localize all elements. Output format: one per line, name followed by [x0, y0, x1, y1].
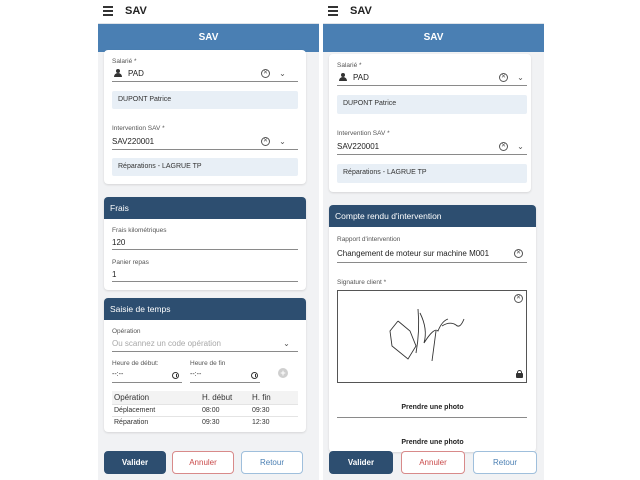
screen-right: SAV SAV Salarié * PAD ✕ ⌄ DUPONT Patrice…: [323, 0, 544, 480]
add-icon[interactable]: +: [278, 368, 288, 378]
operation-input[interactable]: Ou scannez un code opération: [112, 339, 221, 348]
table-cell: Réparation: [112, 415, 200, 428]
top-bar: SAV: [323, 0, 544, 24]
identity-card: Salarié * PAD ✕ ⌄ DUPONT Patrice Interve…: [329, 54, 531, 192]
photo-underline: [337, 417, 527, 418]
take-photo-button[interactable]: Prendre une photo: [329, 404, 536, 411]
km-input[interactable]: 120: [112, 238, 125, 247]
validate-button[interactable]: Valider: [104, 451, 166, 474]
fin-input[interactable]: --:--: [190, 371, 201, 378]
saisie-card: Saisie de temps Opération Ou scannez un …: [104, 298, 306, 432]
debut-label: Heure de début:: [112, 360, 159, 367]
operations-table: Opération H. début H. fin Déplacement 08…: [112, 391, 298, 428]
table-cell: 09:30: [250, 403, 298, 416]
saisie-header: Saisie de temps: [104, 298, 306, 320]
panier-input[interactable]: 1: [112, 270, 116, 279]
clear-icon[interactable]: ✕: [499, 142, 508, 151]
take-photo-button[interactable]: Prendre une photo: [329, 439, 536, 446]
rapport-underline: [337, 262, 527, 263]
intervention-label: Intervention SAV *: [337, 130, 390, 137]
person-icon: [114, 69, 122, 77]
debut-input[interactable]: --:--: [112, 371, 123, 378]
rapport-label: Rapport d'intervention: [337, 236, 401, 243]
chevron-down-icon[interactable]: ⌄: [278, 69, 287, 78]
clear-icon[interactable]: ✕: [499, 73, 508, 82]
salarie-field[interactable]: PAD: [353, 73, 369, 82]
intervention-label: Intervention SAV *: [112, 125, 165, 132]
app-title: SAV: [350, 5, 372, 17]
intervention-detail-box: Réparations - LAGRUE TP: [337, 164, 527, 183]
back-button[interactable]: Retour: [473, 451, 537, 474]
km-underline: [112, 249, 298, 250]
salarie-underline: [112, 81, 298, 82]
validate-button[interactable]: Valider: [329, 451, 393, 474]
person-icon: [339, 73, 347, 81]
table-header-row: Opération H. début H. fin: [112, 391, 298, 404]
section-header: SAV: [323, 24, 544, 52]
table-cell: 08:00: [200, 403, 250, 416]
operation-underline: [112, 351, 298, 352]
lock-icon: [516, 370, 523, 378]
intervention-underline: [337, 154, 527, 155]
back-button[interactable]: Retour: [241, 451, 303, 474]
table-row[interactable]: Réparation 09:30 12:30: [112, 415, 298, 428]
km-label: Frais kilométriques: [112, 227, 167, 234]
fin-label: Heure de fin: [190, 360, 226, 367]
identity-card: Salarié * PAD ✕ ⌄ DUPONT Patrice Interve…: [104, 50, 306, 184]
salarie-underline: [337, 85, 527, 86]
top-bar: SAV: [98, 0, 319, 24]
screen-left: SAV SAV Salarié * PAD ✕ ⌄ DUPONT Patrice…: [98, 0, 319, 480]
compte-rendu-card: Compte rendu d'intervention Rapport d'in…: [329, 205, 536, 452]
debut-underline: [112, 382, 182, 383]
chevron-down-icon[interactable]: ⌄: [516, 142, 525, 151]
intervention-detail-box: Réparations - LAGRUE TP: [112, 158, 298, 176]
clock-icon[interactable]: [251, 372, 258, 379]
panier-label: Panier repas: [112, 259, 149, 266]
signature-drawing: [389, 308, 465, 362]
signature-label: Signature client *: [337, 279, 387, 286]
intervention-underline: [112, 149, 298, 150]
button-bar: Valider Annuler Retour: [323, 448, 544, 480]
salarie-field[interactable]: PAD: [128, 69, 144, 78]
menu-icon[interactable]: [328, 6, 338, 16]
table-cell: Déplacement: [112, 403, 200, 416]
table-cell: 12:30: [250, 415, 298, 428]
compte-rendu-header: Compte rendu d'intervention: [329, 205, 536, 227]
intervention-field[interactable]: SAV220001: [112, 137, 154, 146]
menu-icon[interactable]: [103, 6, 113, 16]
table-header: H. fin: [250, 391, 298, 404]
clock-icon[interactable]: [172, 372, 179, 379]
clear-icon[interactable]: ✕: [261, 137, 270, 146]
table-row[interactable]: Déplacement 08:00 09:30: [112, 403, 298, 416]
table-header: H. début: [200, 391, 250, 404]
clear-icon[interactable]: ✕: [514, 294, 523, 303]
salarie-name-box: DUPONT Patrice: [112, 91, 298, 109]
cancel-button[interactable]: Annuler: [401, 451, 465, 474]
operation-label: Opération: [112, 328, 141, 335]
rapport-input[interactable]: Changement de moteur sur machine M001: [337, 249, 489, 258]
salarie-label: Salarié *: [112, 58, 137, 65]
app-title: SAV: [125, 5, 147, 17]
frais-card: Frais Frais kilométriques 120 Panier rep…: [104, 197, 306, 290]
chevron-down-icon[interactable]: ⌄: [282, 339, 291, 348]
intervention-field[interactable]: SAV220001: [337, 142, 379, 151]
signature-pad[interactable]: ✕: [337, 290, 527, 383]
clear-icon[interactable]: ✕: [514, 249, 523, 258]
clear-icon[interactable]: ✕: [261, 69, 270, 78]
frais-header: Frais: [104, 197, 306, 219]
fin-underline: [190, 382, 260, 383]
panier-underline: [112, 281, 298, 282]
chevron-down-icon[interactable]: ⌄: [278, 137, 287, 146]
salarie-name-box: DUPONT Patrice: [337, 95, 527, 114]
cancel-button[interactable]: Annuler: [172, 451, 234, 474]
table-header: Opération: [112, 391, 200, 404]
section-header: SAV: [98, 24, 319, 52]
table-cell: 09:30: [200, 415, 250, 428]
button-bar: Valider Annuler Retour: [98, 448, 319, 480]
salarie-label: Salarié *: [337, 62, 362, 69]
chevron-down-icon[interactable]: ⌄: [516, 73, 525, 82]
